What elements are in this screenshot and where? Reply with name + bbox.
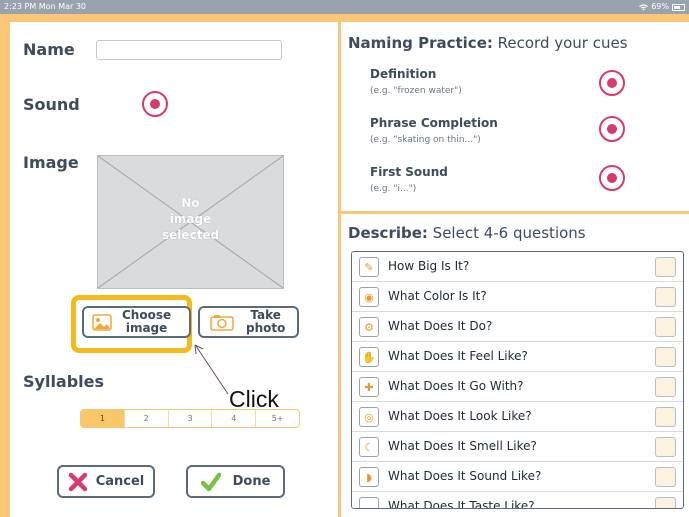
question-checkbox[interactable] [655,437,676,457]
record-first-sound-button[interactable] [599,165,625,191]
question-text: What Does It Look Like? [388,409,532,423]
syllable-option[interactable]: 1 [81,410,125,427]
no-image-line: No [181,196,200,210]
take-photo-label: Take photo [246,309,285,335]
panel-divider [341,211,689,214]
question-row[interactable]: ◗ What Does It Sound Like? [352,462,683,492]
puzzle-icon: ✚ [359,377,379,397]
question-checkbox[interactable] [655,287,676,307]
question-row[interactable]: ◉ What Color Is It? [352,282,683,312]
battery-icon [672,3,685,11]
question-list[interactable]: ✎ How Big Is It? ◉ What Color Is It? ⚙ What D… [351,251,684,509]
status-bar: 2:23 PM Mon Mar 30 69% [0,0,689,14]
question-text: What Does It Feel Like? [388,349,528,363]
question-checkbox[interactable] [655,467,676,487]
question-row[interactable]: ◎ What Does It Look Like? [352,402,683,432]
ruler-icon: ✎ [359,257,379,277]
question-checkbox[interactable] [655,377,676,397]
name-label: Name [23,40,75,59]
question-text: What Color Is It? [388,289,487,303]
cancel-label: Cancel [95,474,145,489]
ear-icon: ◗ [359,467,379,487]
image-placeholder: No image selected [97,155,284,289]
question-row[interactable]: ◡ What Does It Taste Like? [352,492,683,509]
battery-percent: 69% [651,2,669,11]
status-time: 2:23 PM Mon Mar 30 [4,2,87,11]
naming-title-bold: Naming Practice: [348,34,493,52]
gears-icon: ⚙ [359,317,379,337]
hand-icon: ✋ [359,347,379,367]
question-checkbox[interactable] [655,497,676,508]
question-row[interactable]: ✎ How Big Is It? [352,252,683,282]
syllables-label: Syllables [23,372,105,391]
take-line: photo [246,321,286,335]
question-checkbox[interactable] [655,257,676,277]
eye-icon: ◎ [359,407,379,427]
choose-line: image [125,321,168,335]
choose-image-button[interactable]: Choose image [82,306,191,338]
question-text: What Does It Go With? [388,379,524,393]
syllables-selector[interactable]: 1 2 3 4 5+ [80,409,300,428]
question-checkbox[interactable] [655,407,676,427]
question-row[interactable]: ⚙ What Does It Do? [352,312,683,342]
picture-icon [92,313,112,331]
checkmark-icon [200,472,221,491]
question-row[interactable]: ☾ What Does It Smell Like? [352,432,683,462]
describe-title-bold: Describe: [348,224,428,242]
cue-first-sound-example: (e.g. "i...") [370,184,417,194]
cancel-button[interactable]: Cancel [57,465,155,498]
cue-phrase-example: (e.g. "skating on thin...") [370,135,481,145]
describe-title: Describe: Select 4-6 questions [348,224,586,242]
no-image-line: image [169,212,212,226]
wifi-icon [639,3,649,11]
image-label: Image [23,153,79,172]
choose-image-label: Choose image [122,309,171,335]
status-right: 69% [639,0,685,14]
battery-fill [674,5,680,9]
palette-icon: ◉ [359,287,379,307]
syllable-option[interactable]: 3 [169,410,213,427]
no-image-line: selected [161,228,220,242]
describe-title-rest: Select 4-6 questions [427,224,586,242]
camera-icon [210,314,234,331]
question-text: What Does It Do? [388,319,493,333]
cue-definition-example: (e.g. "frozen water") [370,86,462,96]
cancel-x-icon [68,472,87,491]
naming-title-rest: Record your cues [492,34,628,52]
record-definition-button[interactable] [599,70,625,96]
naming-practice-title: Naming Practice: Record your cues [348,34,628,52]
cue-definition-label: Definition [370,67,437,81]
question-checkbox[interactable] [655,347,676,367]
question-text: What Does It Sound Like? [388,469,542,483]
cue-first-sound-label: First Sound [370,165,448,179]
done-button[interactable]: Done [186,465,285,498]
done-label: Done [232,474,271,489]
record-phrase-button[interactable] [599,116,625,142]
question-text: What Does It Smell Like? [388,439,537,453]
question-text: How Big Is It? [388,259,470,273]
cue-phrase-label: Phrase Completion [370,116,498,130]
sound-label: Sound [23,95,80,114]
question-text: What Does It Taste Like? [388,499,535,509]
question-row[interactable]: ✚ What Does It Go With? [352,372,683,402]
annotation-arrow [194,344,229,395]
syllable-option[interactable]: 5+ [256,410,299,427]
name-input[interactable] [96,40,282,60]
mouth-icon: ◡ [359,497,379,508]
syllable-option[interactable]: 4 [212,410,257,427]
question-row[interactable]: ✋ What Does It Feel Like? [352,342,683,372]
no-image-text: No image selected [98,195,283,243]
question-checkbox[interactable] [655,317,676,337]
nose-icon: ☾ [359,437,379,457]
take-photo-button[interactable]: Take photo [198,306,299,338]
syllable-option[interactable]: 2 [125,410,169,427]
sound-record-button[interactable] [142,91,168,117]
